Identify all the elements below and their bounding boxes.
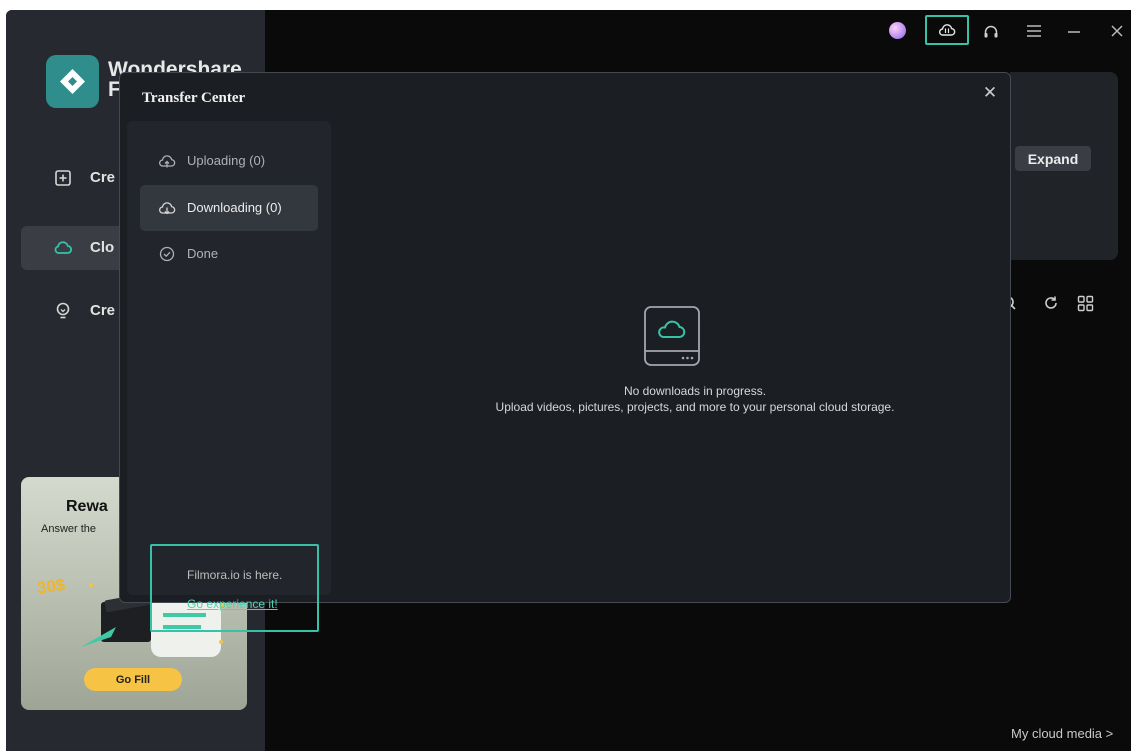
tab-label: Done bbox=[187, 246, 219, 261]
dialog-title: Transfer Center bbox=[142, 90, 246, 106]
avatar[interactable] bbox=[889, 22, 906, 39]
go-fill-button[interactable]: Go Fill bbox=[84, 668, 182, 691]
empty-state-description: Upload videos, pictures, projects, and m… bbox=[495, 400, 895, 414]
expand-button[interactable]: Expand bbox=[1015, 146, 1091, 171]
rewards-title: Rewa bbox=[66, 498, 108, 515]
cloud-icon bbox=[54, 241, 73, 254]
rewards-subtitle: Answer the bbox=[41, 523, 97, 535]
sidebar-item-label: Cre bbox=[90, 169, 116, 186]
grid-view-icon[interactable] bbox=[1077, 295, 1094, 312]
cloud-transfer-icon bbox=[938, 24, 956, 36]
tab-label: Downloading (0) bbox=[187, 200, 282, 215]
headset-icon[interactable] bbox=[982, 23, 1000, 41]
app-window: Wondershare F Cre Clo Cre Rewa Answer th… bbox=[6, 10, 1131, 751]
tab-done[interactable]: Done bbox=[140, 231, 318, 277]
tab-downloading[interactable]: Downloading (0) bbox=[140, 185, 318, 231]
minimize-icon[interactable] bbox=[1066, 24, 1082, 38]
promo-text: Filmora.io is here. bbox=[187, 568, 283, 582]
rewards-amount: 30$ bbox=[35, 575, 67, 598]
check-circle-icon bbox=[159, 246, 175, 262]
sidebar-item-label: Clo bbox=[90, 239, 115, 256]
transfer-tabs-panel: Uploading (0) Downloading (0) Done Filmo… bbox=[127, 121, 331, 632]
cloud-upload-icon bbox=[159, 155, 176, 168]
transfer-center-dialog: Transfer Center ✕ Uploading (0) Download… bbox=[119, 72, 1011, 632]
refresh-icon[interactable] bbox=[1043, 295, 1059, 311]
cloud-transfer-button[interactable] bbox=[925, 15, 969, 45]
promo-link[interactable]: Go experience it! bbox=[187, 597, 278, 611]
lightbulb-icon bbox=[56, 302, 70, 319]
dialog-close-button[interactable]: ✕ bbox=[980, 83, 1000, 103]
app-logo bbox=[46, 55, 99, 108]
close-icon[interactable] bbox=[1109, 23, 1125, 39]
empty-state-title: No downloads in progress. bbox=[623, 384, 767, 398]
plus-square-icon bbox=[55, 170, 71, 186]
tab-uploading[interactable]: Uploading (0) bbox=[140, 138, 318, 184]
my-cloud-media-link[interactable]: My cloud media > bbox=[1011, 726, 1113, 741]
menu-icon[interactable] bbox=[1026, 24, 1042, 38]
sidebar-item-label: Cre bbox=[90, 302, 116, 319]
cloud-drive-icon bbox=[644, 306, 700, 366]
tab-label: Uploading (0) bbox=[187, 153, 266, 168]
filmora-io-promo: Filmora.io is here. Go experience it! bbox=[150, 544, 319, 632]
cloud-download-icon bbox=[159, 202, 176, 215]
